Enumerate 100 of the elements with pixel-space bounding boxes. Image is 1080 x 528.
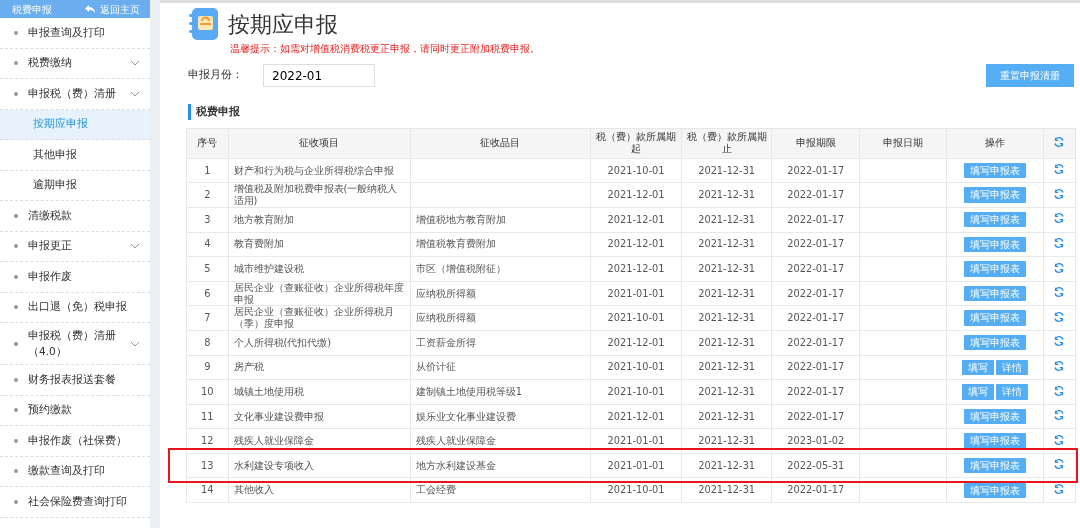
table-cell: 2021-12-31: [681, 404, 772, 429]
table-cell: 2022-01-17: [771, 182, 860, 208]
table-cell: 2021-12-31: [681, 256, 772, 282]
sidebar-item[interactable]: 清缴税款: [0, 201, 150, 232]
table-cell: 2021-10-01: [590, 477, 682, 503]
refresh-icon[interactable]: [1053, 409, 1066, 422]
table-cell: 工会经费: [410, 477, 591, 503]
table-cell: 2021-10-01: [590, 158, 682, 183]
table-cell: 地方水利建设基金: [410, 453, 591, 478]
action-button[interactable]: 填写申报表: [963, 162, 1026, 179]
column-header: 申报期限: [771, 128, 860, 159]
sidebar-item[interactable]: 出口退（免）税申报: [0, 292, 150, 323]
action-button[interactable]: 填写申报表: [963, 212, 1026, 228]
table-cell: 2021-12-31: [681, 330, 772, 355]
column-header: 操作: [946, 128, 1044, 159]
table-cell: 2022-01-17: [771, 158, 860, 183]
sidebar-item[interactable]: 其他申报: [0, 140, 150, 171]
action-button[interactable]: 填写申报表: [963, 433, 1026, 449]
table-cell: 其他收入: [228, 477, 411, 503]
page-title: 按期应申报: [228, 10, 338, 39]
table-cell: 财产和行为税与企业所得税综合申报: [228, 158, 411, 183]
sidebar-item[interactable]: 申报税（费）清册: [0, 79, 150, 110]
refresh-icon[interactable]: [1053, 135, 1066, 148]
table-cell: 增值税及附加税费申报表(一般纳税人适用): [228, 182, 411, 208]
action-button[interactable]: 填写申报表: [963, 261, 1026, 277]
refresh-icon[interactable]: [1053, 384, 1066, 397]
sidebar-item[interactable]: 申报更正: [0, 231, 150, 262]
table-cell: 2023-01-02: [771, 428, 860, 454]
sidebar-item[interactable]: 申报作废（社保费）: [0, 426, 150, 457]
refresh-icon[interactable]: [1053, 286, 1066, 299]
table-cell: 增值税地方教育附加: [410, 207, 591, 233]
sidebar-item[interactable]: 缴款查询及打印: [0, 456, 150, 487]
table-cell: 2021-12-31: [681, 379, 772, 405]
table-cell: 2021-12-31: [681, 281, 772, 306]
table-cell: 2022-01-17: [771, 477, 860, 503]
table-cell: 2021-12-01: [590, 232, 682, 257]
sidebar-title: 税费申报: [12, 2, 52, 17]
month-field[interactable]: 2022-01: [263, 64, 375, 87]
sidebar-item[interactable]: 预约缴款: [0, 395, 150, 426]
table-cell: 市区（增值税附征）: [410, 256, 591, 282]
table-cell: 居民企业（查账征收）企业所得税年度申报: [228, 281, 411, 306]
table-cell: 2021-12-01: [590, 182, 682, 208]
table-cell: 2021-10-01: [590, 355, 682, 380]
sidebar-item[interactable]: 逾期申报: [0, 170, 150, 201]
table-cell: 2022-01-17: [771, 330, 860, 355]
table-cell: 2: [186, 182, 228, 208]
refresh-icon[interactable]: [1053, 212, 1066, 225]
action-button[interactable]: 填写申报表: [963, 187, 1026, 203]
column-header: 征收项目: [228, 128, 411, 159]
action-button[interactable]: 填写申报表: [963, 408, 1026, 425]
action-button[interactable]: 填写申报表: [963, 457, 1026, 474]
sidebar-item[interactable]: 按期应申报: [0, 109, 150, 140]
sidebar-item[interactable]: 申报查询及打印: [0, 18, 150, 49]
table-cell: 4: [186, 232, 228, 257]
reset-button[interactable]: 重置申报清册: [986, 64, 1074, 87]
table-cell: 2022-01-17: [771, 207, 860, 233]
refresh-icon[interactable]: [1053, 433, 1066, 446]
sidebar-item[interactable]: 申报税（费）清册（4.0）: [0, 323, 150, 365]
table-cell: 从价计征: [410, 355, 591, 380]
table-cell: 残疾人就业保障金: [228, 428, 411, 454]
action-button[interactable]: 详情: [995, 359, 1028, 375]
table-cell: 城镇土地使用税: [228, 379, 411, 405]
table-cell: 文化事业建设费申报: [228, 404, 411, 429]
refresh-icon[interactable]: [1053, 163, 1066, 176]
action-button[interactable]: 填写: [961, 384, 994, 400]
table-cell: 2021-12-31: [681, 453, 772, 478]
table-cell: 6: [186, 281, 228, 306]
sidebar-item[interactable]: 税费缴纳: [0, 48, 150, 79]
action-button[interactable]: 填写申报表: [963, 310, 1026, 326]
sidebar-item[interactable]: 社会保险费查询打印: [0, 487, 150, 518]
refresh-icon[interactable]: [1053, 261, 1066, 274]
refresh-icon[interactable]: [1053, 236, 1066, 249]
back-arrow-icon: [85, 5, 95, 13]
table-cell: 2021-12-31: [681, 305, 772, 331]
action-button[interactable]: 填写申报表: [963, 285, 1026, 302]
table-cell: 5: [186, 256, 228, 282]
sidebar-item[interactable]: 财务报表报送套餐: [0, 365, 150, 396]
refresh-icon[interactable]: [1053, 335, 1066, 348]
refresh-icon[interactable]: [1053, 310, 1066, 323]
action-button[interactable]: 填写: [961, 359, 994, 375]
table-cell: 水利建设专项收入: [228, 453, 411, 478]
notebook-icon: [188, 7, 220, 41]
refresh-icon[interactable]: [1053, 458, 1066, 471]
table-cell: 3: [186, 207, 228, 233]
refresh-icon[interactable]: [1053, 359, 1066, 372]
table-cell: 2022-01-17: [771, 305, 860, 331]
table-cell: 2021-12-01: [590, 207, 682, 233]
table-cell: 8: [186, 330, 228, 355]
action-button[interactable]: 填写申报表: [963, 335, 1026, 351]
refresh-icon[interactable]: [1053, 482, 1066, 495]
table-cell: 房产税: [228, 355, 411, 380]
table-cell: 2021-10-01: [590, 379, 682, 405]
action-button[interactable]: 详情: [995, 384, 1028, 400]
table-cell: 9: [186, 355, 228, 380]
refresh-icon[interactable]: [1053, 187, 1066, 200]
sidebar-item[interactable]: 申报作废: [0, 262, 150, 293]
action-button[interactable]: 填写申报表: [963, 236, 1026, 252]
table-cell: 1: [186, 158, 228, 183]
back-link[interactable]: 返回主页: [85, 1, 140, 17]
table-cell: 地方教育附加: [228, 207, 411, 233]
